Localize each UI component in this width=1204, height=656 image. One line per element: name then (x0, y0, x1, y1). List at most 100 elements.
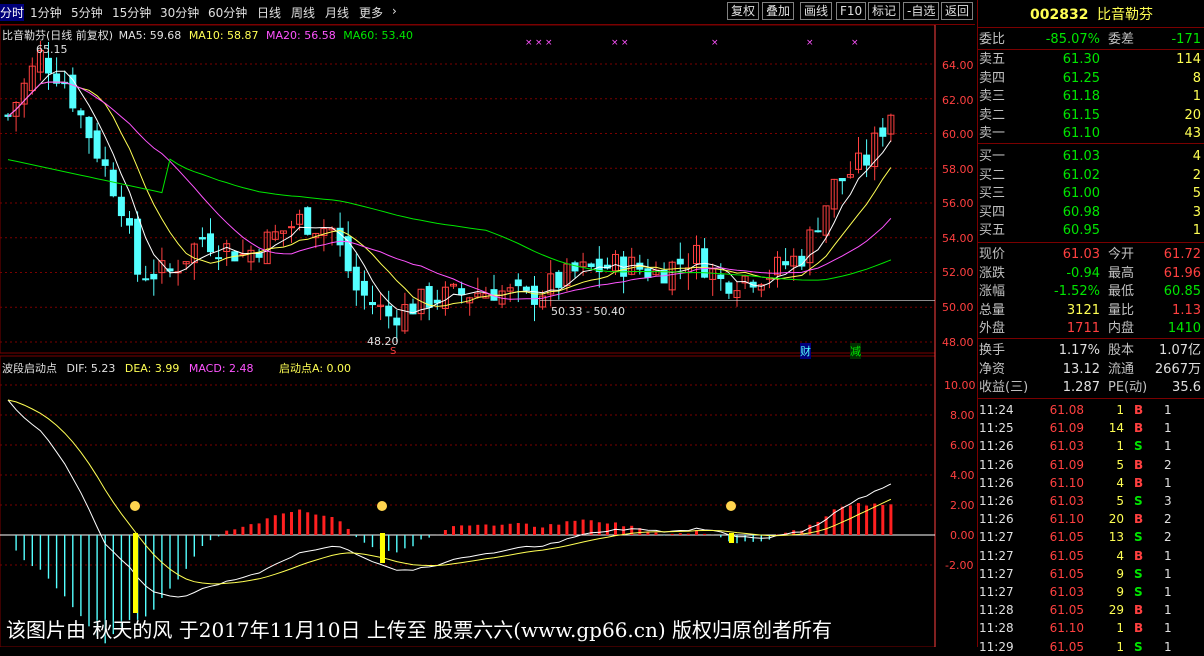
dif-line (7, 399, 892, 598)
bid-price: 61.00 (1062, 186, 1100, 201)
stock-code: 002832 (1030, 7, 1089, 23)
candle-body (215, 257, 223, 260)
tick-volume: 4 (1116, 475, 1124, 490)
back-button[interactable]: 返回 (941, 2, 974, 20)
legend-ma10: MA10: 58.87 (188, 29, 259, 42)
watchlist-button[interactable]: -自选 (903, 2, 940, 20)
chevron-right-icon[interactable]: › (392, 4, 397, 18)
tick-count: 2 (1164, 530, 1172, 545)
candle-body (522, 286, 530, 291)
tick-time: 11:26 (979, 457, 1014, 472)
tick-volume: 14 (1108, 421, 1124, 436)
candle-body (571, 262, 579, 272)
tick-price: 61.03 (1049, 494, 1084, 508)
stat-label: 内盘 (1108, 321, 1135, 336)
tick-side: B (1134, 621, 1144, 636)
bid-volume: 1 (1192, 223, 1201, 238)
tick-side: B (1134, 512, 1144, 527)
tick-price: 61.05 (1049, 566, 1084, 581)
sub-chart-frame (0, 355, 936, 647)
ask-price: 61.10 (1062, 126, 1100, 141)
tick-row: 11:27 61.05 9 S 1 (978, 565, 1204, 583)
money-bag-icon (130, 501, 140, 511)
bid-price: 60.98 (1062, 204, 1100, 220)
tab-1min[interactable]: 1分钟 (30, 4, 62, 21)
stat-value: 1.17% (1058, 343, 1100, 358)
ask-label: 卖五 (979, 52, 1006, 67)
stat-value: 35.6 (1172, 380, 1201, 395)
ask-price: 61.25 (1062, 70, 1100, 86)
stat-value: 61.96 (1163, 265, 1201, 281)
stat-row: 换手 1.17% 股本 1.07亿 (978, 342, 1204, 359)
watermark-text: 该图片由 秋天的风 于2017年11月10日 上传至 股票六六(www.gp66… (6, 618, 833, 642)
stat-label: 股本 (1108, 343, 1135, 358)
ask-row[interactable]: 卖三 61.18 1 (978, 88, 1204, 105)
tab-monthly[interactable]: 月线 (325, 4, 349, 21)
ask-row[interactable]: 卖四 61.25 8 (978, 70, 1204, 87)
ask-price: 61.18 (1062, 89, 1100, 104)
money-bag-icon (726, 501, 736, 511)
tick-side: S (1134, 439, 1143, 454)
tick-time: 11:24 (979, 403, 1014, 417)
draw-line-button[interactable]: 画线 (800, 2, 833, 20)
finance-marker[interactable]: 财 (800, 343, 811, 359)
tick-row: 11:26 61.03 1 S 1 (978, 437, 1204, 455)
y-tick: 48.00 (942, 336, 974, 349)
tick-count: 1 (1164, 566, 1172, 581)
bid-row[interactable]: 买三 61.00 5 (978, 185, 1204, 202)
tick-price: 61.10 (1049, 621, 1084, 636)
tick-volume: 9 (1116, 566, 1124, 581)
ask-price: 61.30 (1062, 52, 1100, 67)
kline-chart-area[interactable]: × × × × × × × × (0, 0, 975, 647)
main-chart-frame (0, 24, 936, 354)
tick-price: 61.05 (1049, 530, 1084, 545)
stat-value: 61.72 (1163, 247, 1201, 262)
tab-60min[interactable]: 60分钟 (208, 4, 247, 21)
bid-row[interactable]: 买五 60.95 1 (978, 222, 1204, 239)
candle-body (782, 261, 790, 266)
bid-row[interactable]: 买四 60.98 3 (978, 204, 1204, 221)
overlay-button[interactable]: 叠加 (762, 2, 795, 20)
legend-macd: MACD: 2.48 (188, 362, 254, 375)
fuquan-button[interactable]: 复权 (727, 2, 760, 20)
bid-volume: 5 (1192, 186, 1201, 201)
f10-button[interactable]: F10 (836, 2, 867, 20)
candle-body (814, 230, 822, 233)
candle-body (717, 274, 725, 280)
tick-side: B (1134, 603, 1144, 618)
stat-row: 涨跌 -0.94 最高 61.96 (978, 265, 1204, 282)
range-label: 50.33 - 50.40 (551, 305, 625, 318)
stat-label: 换手 (979, 343, 1006, 358)
stat-label: 最低 (1108, 284, 1135, 299)
y-tick: 60.00 (942, 128, 974, 141)
tab-15min[interactable]: 15分钟 (112, 4, 151, 21)
ask-row[interactable]: 卖一 61.10 43 (978, 125, 1204, 142)
stat-label: PE(动) (1108, 380, 1148, 395)
ask-row[interactable]: 卖五 61.30 114 (978, 51, 1204, 68)
ask-label: 卖一 (979, 126, 1006, 141)
tab-weekly[interactable]: 周线 (291, 4, 315, 21)
stat-value: 13.12 (1062, 361, 1100, 377)
tab-fenshi[interactable]: 分时 (0, 4, 25, 21)
bid-row[interactable]: 买一 61.03 4 (978, 148, 1204, 165)
tick-volume: 1 (1116, 403, 1124, 417)
ask-row[interactable]: 卖二 61.15 20 (978, 107, 1204, 124)
bid-row[interactable]: 买二 61.02 2 (978, 167, 1204, 184)
tick-price: 61.05 (1049, 548, 1084, 563)
candle-body (676, 258, 684, 265)
tick-time: 11:26 (979, 512, 1014, 527)
ask-volume: 8 (1192, 70, 1201, 86)
tick-count: 1 (1164, 421, 1172, 436)
signal-mark: × (806, 38, 814, 48)
tab-5min[interactable]: 5分钟 (71, 4, 103, 21)
tab-daily[interactable]: 日线 (257, 4, 281, 21)
y-tick: 56.00 (942, 197, 974, 210)
tick-price: 61.09 (1049, 457, 1084, 472)
mark-button[interactable]: 标记 (868, 2, 901, 20)
tab-more[interactable]: 更多 (359, 4, 383, 21)
tick-side: S (1134, 585, 1143, 599)
stock-name: 比音勒芬 (1096, 7, 1153, 23)
tick-time: 11:27 (979, 566, 1014, 581)
tab-30min[interactable]: 30分钟 (160, 4, 199, 21)
reduce-marker[interactable]: 减 (850, 343, 861, 359)
